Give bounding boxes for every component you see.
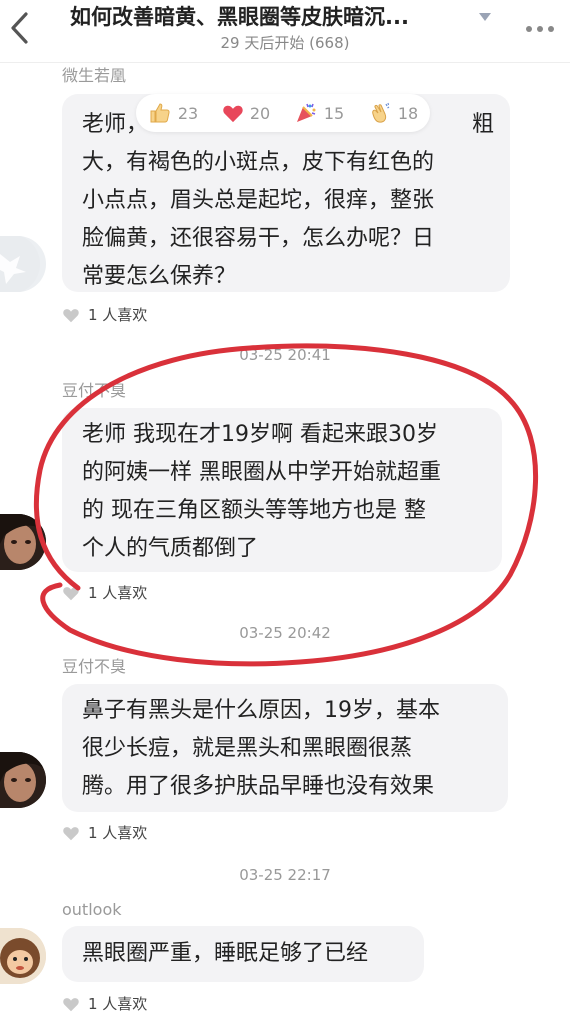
heart-outline-icon	[63, 309, 79, 323]
heart-outline-icon	[63, 827, 79, 841]
message-bubble[interactable]: 鼻子有黑头是什么原因，19岁，基本 很少长痘，就是黑头和黑眼圈很蒸 腾。用了很多…	[62, 684, 508, 812]
likes-count: 1 人喜欢	[88, 824, 148, 842]
message-text-line: 大，有褐色的小斑点，皮下有红色的	[82, 150, 435, 175]
heart-outline-icon	[63, 587, 79, 601]
reaction-count: 23	[177, 103, 199, 123]
heart-outline-icon	[63, 998, 79, 1012]
chat-page: 如何改善暗黄、黑眼圈等皮肤暗沉... 29 天后开始 (668) 微生若凰 老师…	[0, 0, 570, 1035]
message-text-fragment: 粗	[472, 112, 495, 137]
message-text-line: 很少长痘，就是黑头和黑眼圈很蒸	[82, 736, 413, 761]
message-text-line: 腾。用了很多护肤品早睡也没有效果	[82, 774, 435, 799]
thumbs-up-icon	[150, 103, 170, 123]
message-text-line: 小点点，眉头总是起坨，很痒，整张	[82, 188, 435, 213]
heart-icon	[223, 105, 243, 123]
dot-icon	[548, 26, 554, 32]
timestamp: 03-25 20:41	[239, 346, 331, 364]
likes-row[interactable]: 1 人喜欢	[62, 823, 147, 843]
message-bubble[interactable]: 黑眼圈严重，睡眠足够了已经	[62, 926, 424, 982]
message-text-line: 鼻子有黑头是什么原因，19岁，基本	[82, 698, 440, 723]
likes-row[interactable]: 1 人喜欢	[62, 305, 147, 325]
caret-down-icon[interactable]	[478, 12, 492, 22]
message-text-line: 常要怎么保养？	[82, 264, 237, 289]
avatar[interactable]	[0, 928, 46, 984]
message-text-line: 脸偏黄，还很容易干，怎么办呢？日	[82, 226, 435, 251]
timestamp: 03-25 22:17	[239, 866, 331, 884]
reaction-count: 20	[249, 103, 271, 123]
avatar[interactable]	[0, 236, 46, 292]
page-title[interactable]: 如何改善暗黄、黑眼圈等皮肤暗沉...	[70, 3, 470, 31]
reaction-thumbs-up[interactable]: 23	[148, 101, 198, 125]
dot-icon	[526, 26, 532, 32]
clap-icon	[372, 102, 390, 123]
avatar[interactable]	[0, 752, 46, 808]
party-popper-icon	[296, 103, 316, 122]
top-bar: 如何改善暗黄、黑眼圈等皮肤暗沉... 29 天后开始 (668)	[0, 0, 570, 63]
reaction-heart[interactable]: 20	[222, 103, 270, 123]
likes-count: 1 人喜欢	[88, 584, 148, 602]
dot-icon	[537, 26, 543, 32]
more-options-button[interactable]	[520, 14, 560, 44]
message-text-line: 的阿姨一样 黑眼圈从中学开始就超重	[82, 460, 441, 485]
avatar[interactable]	[0, 514, 46, 570]
message-username[interactable]: 豆付不臭	[62, 381, 126, 401]
likes-count: 1 人喜欢	[88, 306, 148, 324]
message-text-line: 个人的气质都倒了	[82, 536, 259, 561]
likes-row[interactable]: 1 人喜欢	[62, 994, 147, 1014]
reaction-bar: 23 20 15 18	[136, 94, 430, 132]
likes-row[interactable]: 1 人喜欢	[62, 583, 147, 603]
default-avatar-icon	[0, 236, 40, 292]
likes-count: 1 人喜欢	[88, 995, 148, 1013]
message-text-line: 老师 我现在才19岁啊 看起来跟30岁	[82, 422, 438, 447]
timestamp: 03-25 20:42	[239, 624, 331, 642]
reaction-count: 18	[397, 103, 419, 123]
message-username[interactable]: 豆付不臭	[62, 657, 126, 677]
message-bubble[interactable]: 老师 我现在才19岁啊 看起来跟30岁 的阿姨一样 黑眼圈从中学开始就超重 的 …	[62, 408, 502, 572]
message-text-line: 黑眼圈严重，睡眠足够了已经	[82, 941, 369, 966]
message-username[interactable]: 微生若凰	[62, 66, 126, 86]
message-username[interactable]: outlook	[62, 900, 122, 920]
monkey-avatar-icon	[0, 928, 46, 984]
user-photo-icon	[0, 752, 46, 808]
page-subtitle: 29 天后开始 (668)	[220, 34, 350, 52]
reaction-party[interactable]: 15	[294, 101, 344, 125]
reaction-count: 15	[323, 103, 345, 123]
user-photo-icon	[0, 514, 46, 570]
reaction-clap[interactable]: 18	[368, 101, 418, 125]
message-text-line: 的 现在三角区额头等等地方也是 整	[82, 498, 426, 523]
